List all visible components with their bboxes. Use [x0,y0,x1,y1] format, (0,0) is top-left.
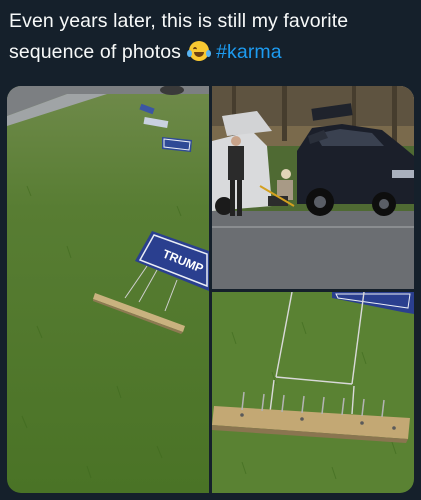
photo-car-flat-tire[interactable] [212,86,414,289]
laughing-crying-emoji-icon [186,41,211,61]
tweet-text: Even years later, this is still my favor… [9,6,419,68]
nail-board-image [212,292,414,493]
roadside-signs-image: TRUMP [7,86,209,493]
hashtag-karma-link[interactable]: #karma [216,41,282,63]
photo-nail-board[interactable] [212,292,414,493]
photo-roadside-signs[interactable]: TRUMP [7,86,209,493]
tweet-line-2: sequence of photos #karma [9,37,419,68]
car-flat-tire-image [212,86,414,289]
tweet-line-2-text: sequence of photos [9,41,182,63]
tweet-line-1: Even years later, this is still my favor… [9,10,349,32]
tweet-media-grid: TRUMP [7,86,414,493]
